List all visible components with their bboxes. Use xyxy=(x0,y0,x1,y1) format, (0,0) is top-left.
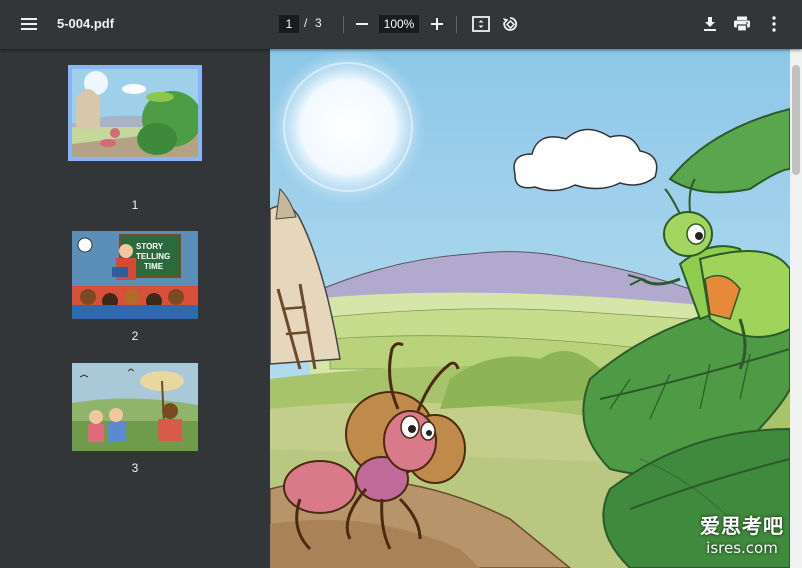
minus-icon xyxy=(356,23,368,25)
thumbnail-page-2[interactable]: STORY TELLING TIME 2 xyxy=(0,231,270,345)
scrollbar-thumb[interactable] xyxy=(792,65,800,175)
thumbnail-image-2[interactable]: STORY TELLING TIME xyxy=(72,231,198,319)
more-vertical-icon xyxy=(772,16,776,32)
thumbnail-page-1[interactable]: 1 xyxy=(0,65,270,218)
menu-button[interactable] xyxy=(13,8,45,40)
page-number-input[interactable]: 1 xyxy=(279,15,299,33)
thumbnail-page-3[interactable]: 3 xyxy=(0,363,270,477)
pdf-toolbar: 5-004.pdf 1 / 3 100% xyxy=(0,0,802,49)
thumbnail-number-1: 1 xyxy=(131,198,139,212)
watermark: 爱思考吧 isres.com xyxy=(700,510,784,557)
chalkboard-text: STORY xyxy=(136,242,164,251)
zoom-out-button[interactable] xyxy=(346,8,378,40)
thumbnail-sidebar: 1 STORY TELLING TIME 2 3 xyxy=(0,49,270,568)
zoom-in-button[interactable] xyxy=(421,8,453,40)
more-actions-button[interactable] xyxy=(758,8,790,40)
watermark-line-2: isres.com xyxy=(706,539,778,557)
print-button[interactable] xyxy=(726,8,758,40)
chalkboard-text: TELLING xyxy=(136,252,170,261)
storytelling-thumbnail-image: STORY TELLING TIME xyxy=(72,231,198,319)
toolbar-divider xyxy=(343,16,344,33)
chalkboard-text: TIME xyxy=(144,262,164,271)
ant-grasshopper-thumbnail-image xyxy=(72,69,198,157)
vertical-scrollbar[interactable] xyxy=(790,49,802,568)
fit-to-page-button[interactable] xyxy=(465,8,497,40)
page-total: 3 xyxy=(315,16,322,30)
printer-icon xyxy=(734,16,750,32)
picnic-thumbnail-image xyxy=(72,363,198,451)
zoom-input[interactable]: 100% xyxy=(379,15,419,33)
thumbnail-number-2: 2 xyxy=(131,329,139,343)
rotate-counterclockwise-icon xyxy=(503,17,518,31)
pdf-page-viewer[interactable] xyxy=(270,49,790,568)
rotate-button[interactable] xyxy=(494,8,526,40)
file-title: 5-004.pdf xyxy=(57,16,115,31)
hamburger-menu-icon xyxy=(21,18,37,30)
download-button[interactable] xyxy=(694,8,726,40)
thumbnail-image-1[interactable] xyxy=(68,65,202,161)
fit-page-icon xyxy=(472,16,490,32)
toolbar-divider xyxy=(456,16,457,33)
watermark-line-1: 爱思考吧 xyxy=(700,514,784,538)
thumbnail-image-3[interactable] xyxy=(72,363,198,451)
download-icon xyxy=(704,17,716,31)
thumbnail-number-3: 3 xyxy=(131,461,139,475)
plus-icon xyxy=(431,18,443,30)
page-separator: / xyxy=(304,16,308,30)
ant-grasshopper-illustration xyxy=(270,49,790,568)
